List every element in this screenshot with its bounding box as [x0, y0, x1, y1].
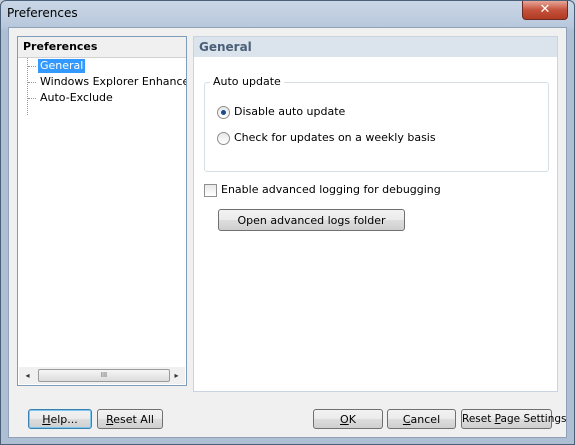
reset-page-settings-button[interactable]: Reset Page Settings: [461, 409, 567, 429]
button-label: eset All: [113, 413, 154, 426]
checkbox-icon[interactable]: [204, 183, 217, 197]
title-bar[interactable]: Preferences ✕: [1, 1, 574, 27]
radio-weekly-updates[interactable]: Check for updates on a weekly basis: [217, 131, 436, 145]
panel-title: General: [194, 37, 557, 57]
advanced-logging-checkbox[interactable]: Enable advanced logging for debugging: [204, 183, 441, 197]
tree-connector-line: [28, 98, 36, 99]
scroll-left-arrow-icon[interactable]: ◂: [19, 367, 36, 384]
tree-body: General Windows Explorer Enhancements Au…: [18, 58, 186, 366]
button-label: age Settings: [500, 413, 567, 425]
reset-all-button[interactable]: Reset All: [97, 409, 163, 429]
preferences-tree: Preferences General Windows Explorer Enh…: [17, 36, 187, 386]
button-label: Reset: [462, 413, 495, 425]
tree-header: Preferences: [18, 37, 186, 58]
cancel-button[interactable]: Cancel: [387, 409, 456, 429]
help-button[interactable]: Help...: [28, 409, 92, 429]
radio-label[interactable]: Disable auto update: [234, 105, 345, 118]
tree-item-windows-explorer-enhancements[interactable]: Windows Explorer Enhancements: [38, 75, 186, 89]
button-label: ancel: [410, 413, 441, 426]
auto-update-group: Auto update Disable auto update Check fo…: [204, 75, 549, 172]
button-mnemonic: O: [340, 413, 349, 426]
radio-label[interactable]: Check for updates on a weekly basis: [234, 131, 436, 144]
scroll-right-arrow-icon[interactable]: ▸: [168, 367, 185, 384]
radio-button-icon[interactable]: [217, 131, 230, 145]
general-settings-panel: General Auto update Disable auto update …: [193, 36, 558, 392]
tree-horizontal-scrollbar[interactable]: ◂ III ▸: [19, 367, 185, 384]
radio-button-icon[interactable]: [217, 105, 230, 119]
scrollbar-thumb[interactable]: III: [38, 369, 170, 382]
tree-item-auto-exclude[interactable]: Auto-Exclude: [38, 91, 115, 105]
auto-update-group-label: Auto update: [210, 75, 284, 88]
window-title: Preferences: [7, 6, 78, 20]
dialog-client-area: Preferences General Windows Explorer Enh…: [8, 27, 567, 438]
button-mnemonic: C: [402, 413, 411, 426]
radio-disable-auto-update[interactable]: Disable auto update: [217, 105, 345, 119]
tree-connector-line: [28, 82, 36, 83]
checkbox-label[interactable]: Enable advanced logging for debugging: [221, 183, 441, 196]
button-label: K: [348, 413, 356, 426]
preferences-window: Preferences ✕ Preferences General Window…: [0, 0, 575, 445]
ok-button[interactable]: OK: [313, 409, 383, 429]
tree-connector-line: [28, 66, 36, 67]
button-label: elp...: [50, 413, 78, 426]
scrollbar-grip-icon: III: [100, 371, 108, 379]
close-button[interactable]: ✕: [522, 1, 568, 20]
open-advanced-logs-folder-button[interactable]: Open advanced logs folder: [218, 209, 405, 231]
close-icon: ✕: [539, 2, 551, 17]
tree-item-general[interactable]: General: [38, 59, 86, 73]
